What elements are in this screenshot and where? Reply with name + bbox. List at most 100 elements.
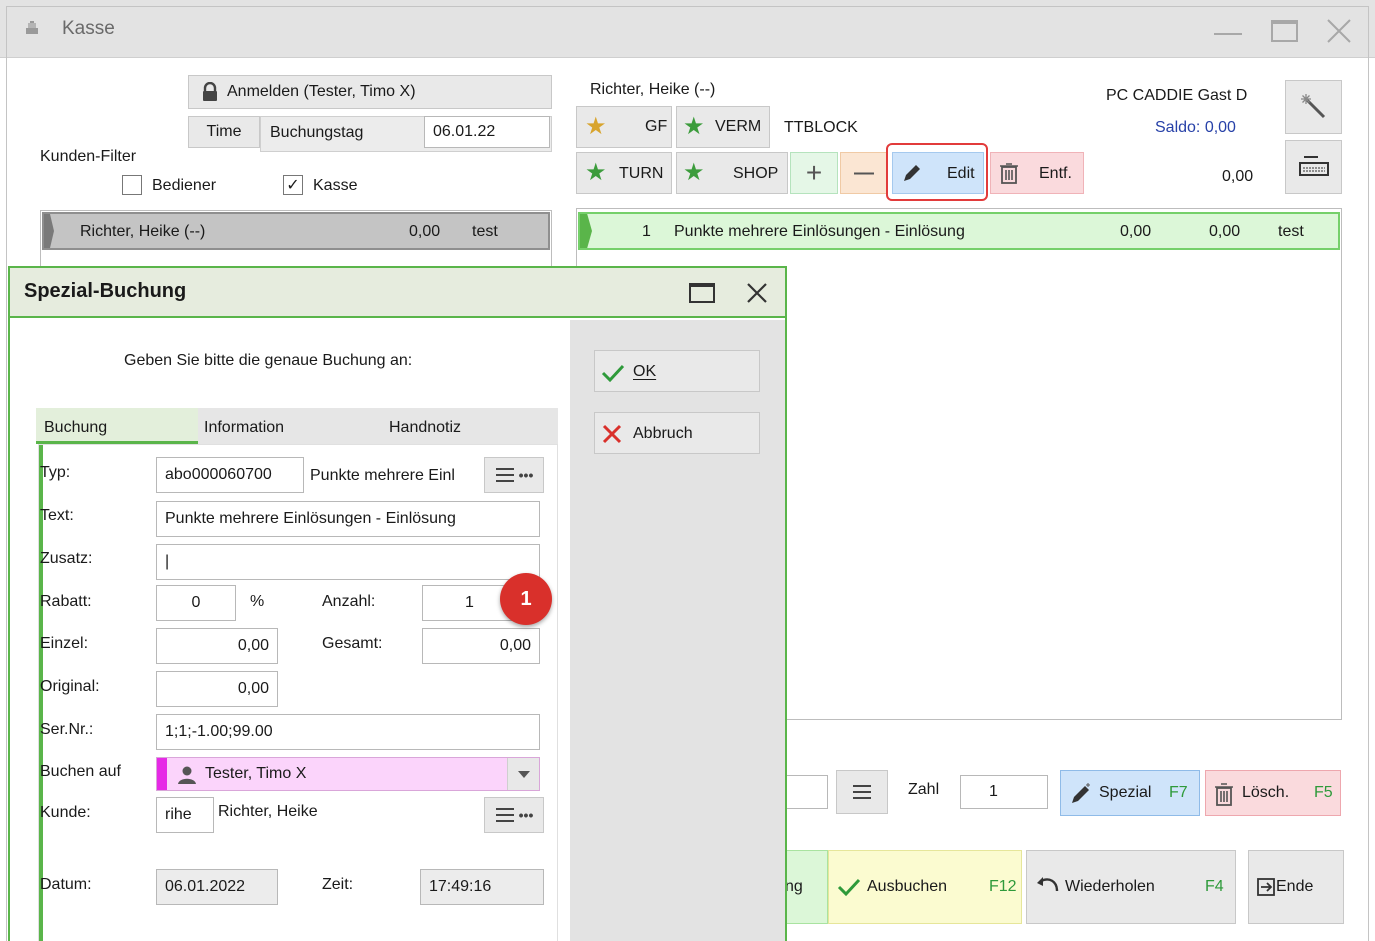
rabatt-unit: %	[250, 593, 265, 610]
add-button[interactable]: +	[790, 152, 838, 194]
customer-name: Richter, Heike (--)	[80, 223, 206, 240]
zusatz-cursor: |	[165, 553, 170, 570]
plus-icon: +	[805, 157, 823, 188]
loesch-shortcut: F5	[1314, 784, 1333, 801]
typ-select-button[interactable]: •••	[484, 457, 544, 493]
booking-day-field[interactable]: 06.01.22	[424, 116, 550, 148]
rabatt-value: 0	[191, 594, 201, 611]
trash-icon	[1214, 782, 1234, 806]
zahl-label: Zahl	[908, 781, 940, 798]
step-marker-number: 1	[520, 587, 532, 610]
loesch-label: Lösch.	[1242, 784, 1290, 801]
login-button[interactable]: Anmelden (Tester, Timo X)	[188, 75, 552, 109]
subtract-button[interactable]: —	[840, 152, 888, 194]
ende-button[interactable]: Ende	[1248, 850, 1344, 924]
buchen-auf-value: Tester, Timo X	[205, 765, 307, 782]
position-row[interactable]: 1 Punkte mehrere Einlösungen - Einlösung…	[578, 212, 1340, 250]
quick-button-shop[interactable]: ★ SHOP	[676, 152, 788, 194]
register-filter-checkbox[interactable]: ✓	[283, 175, 303, 195]
quick-button-turn-label: TURN	[619, 165, 664, 182]
undo-icon	[1035, 875, 1061, 897]
zeit-field[interactable]: 17:49:16	[420, 869, 544, 905]
rabatt-field[interactable]: 0	[156, 585, 236, 621]
checkmark-icon	[601, 363, 625, 383]
lock-icon	[201, 81, 219, 102]
kunde-code-field[interactable]: rihe	[156, 797, 214, 833]
time-button[interactable]: Time	[188, 116, 260, 148]
zeit-value: 17:49:16	[429, 878, 492, 895]
ende-label: Ende	[1276, 878, 1314, 895]
exit-icon	[1257, 878, 1275, 896]
cross-icon	[601, 423, 623, 445]
cancel-button[interactable]: Abbruch	[594, 412, 760, 454]
close-icon[interactable]	[1326, 18, 1352, 44]
customer-filter-label: Kunden-Filter	[40, 148, 137, 165]
buchen-auf-select[interactable]: Tester, Timo X	[156, 757, 540, 791]
ok-label: OK	[633, 363, 657, 380]
kunde-select-button[interactable]: •••	[484, 797, 544, 833]
booking-day-value: 06.01.22	[433, 123, 496, 140]
minimize-icon[interactable]	[1214, 33, 1242, 35]
dropdown-area[interactable]	[507, 758, 539, 790]
register-drawer-button[interactable]	[1285, 140, 1342, 194]
tab-handnotiz[interactable]: Handnotiz	[384, 408, 554, 444]
edit-button[interactable]: Edit	[892, 152, 984, 194]
sernr-label: Ser.Nr.:	[40, 721, 94, 738]
total-value: 0,00	[1222, 168, 1254, 185]
minus-icon: —	[854, 161, 874, 184]
wiederholen-label: Wiederholen	[1065, 878, 1155, 895]
cash-drawer-icon	[1298, 155, 1330, 179]
customer-row[interactable]: Richter, Heike (--) 0,00 test	[42, 212, 550, 250]
star-icon: ★	[683, 159, 705, 186]
quick-button-turn[interactable]: ★ TURN	[576, 152, 672, 194]
list-icon	[495, 807, 515, 823]
remove-button[interactable]: Entf.	[990, 152, 1084, 194]
zusatz-field[interactable]: |	[156, 544, 540, 580]
quick-button-verm-label: VERM	[715, 118, 762, 135]
zahl-value: 1	[989, 783, 998, 800]
text-field[interactable]: Punkte mehrere Einlösungen - Einlösung	[156, 501, 540, 537]
original-field[interactable]: 0,00	[156, 671, 278, 707]
zahl-field[interactable]: 1	[960, 775, 1048, 809]
einzel-field[interactable]: 0,00	[156, 628, 278, 664]
spezial-shortcut: F7	[1169, 784, 1188, 801]
datum-field[interactable]: 06.01.2022	[156, 869, 278, 905]
ttblock-label[interactable]: TTBLOCK	[784, 119, 858, 137]
loesch-button[interactable]: Lösch. F5	[1205, 770, 1341, 816]
ausbuchen-button[interactable]: Ausbuchen F12	[828, 850, 1022, 924]
wiederholen-button[interactable]: Wiederholen F4	[1026, 850, 1236, 924]
zusatz-label: Zusatz:	[40, 550, 93, 567]
tab-buchung[interactable]: Buchung	[36, 408, 198, 444]
maximize-icon[interactable]	[689, 283, 715, 303]
row-marker-icon	[44, 214, 54, 248]
edit-label: Edit	[947, 165, 975, 182]
spezial-button[interactable]: Spezial F7	[1060, 770, 1200, 816]
article-list-button[interactable]	[836, 770, 888, 814]
list-icon	[852, 784, 872, 800]
original-value: 0,00	[237, 680, 269, 697]
quick-button-shop-label: SHOP	[733, 165, 779, 182]
sernr-field[interactable]: 1;1;-1.00;99.00	[156, 714, 540, 750]
register-filter-label: Kasse	[313, 177, 358, 194]
typ-code-field[interactable]: abo000060700	[156, 457, 304, 493]
dialog-title: Spezial-Buchung	[24, 280, 187, 302]
maximize-icon[interactable]	[1271, 20, 1298, 42]
gesamt-field[interactable]: 0,00	[422, 628, 540, 664]
selected-customer-name: Richter, Heike (--)	[590, 81, 716, 98]
operator-filter-checkbox[interactable]	[122, 175, 142, 195]
anzahl-label: Anzahl:	[322, 593, 376, 610]
more-icon: •••	[518, 467, 534, 483]
position-price: 0,00	[1120, 223, 1152, 240]
customer-note: test	[472, 223, 498, 240]
wiederholen-shortcut: F4	[1205, 878, 1224, 895]
buchen-auf-label: Buchen auf	[40, 763, 121, 780]
quick-button-gf[interactable]: ★ GF	[576, 106, 672, 148]
tab-information[interactable]: Information	[200, 408, 370, 444]
close-icon[interactable]	[745, 281, 769, 305]
pencil-icon	[1069, 782, 1093, 806]
magic-wand-button[interactable]	[1285, 80, 1342, 134]
magic-wand-icon	[1300, 93, 1328, 121]
ok-button[interactable]: OK	[594, 350, 760, 392]
quick-button-verm[interactable]: ★ VERM	[676, 106, 770, 148]
operator-filter-label: Bediener	[152, 177, 217, 194]
